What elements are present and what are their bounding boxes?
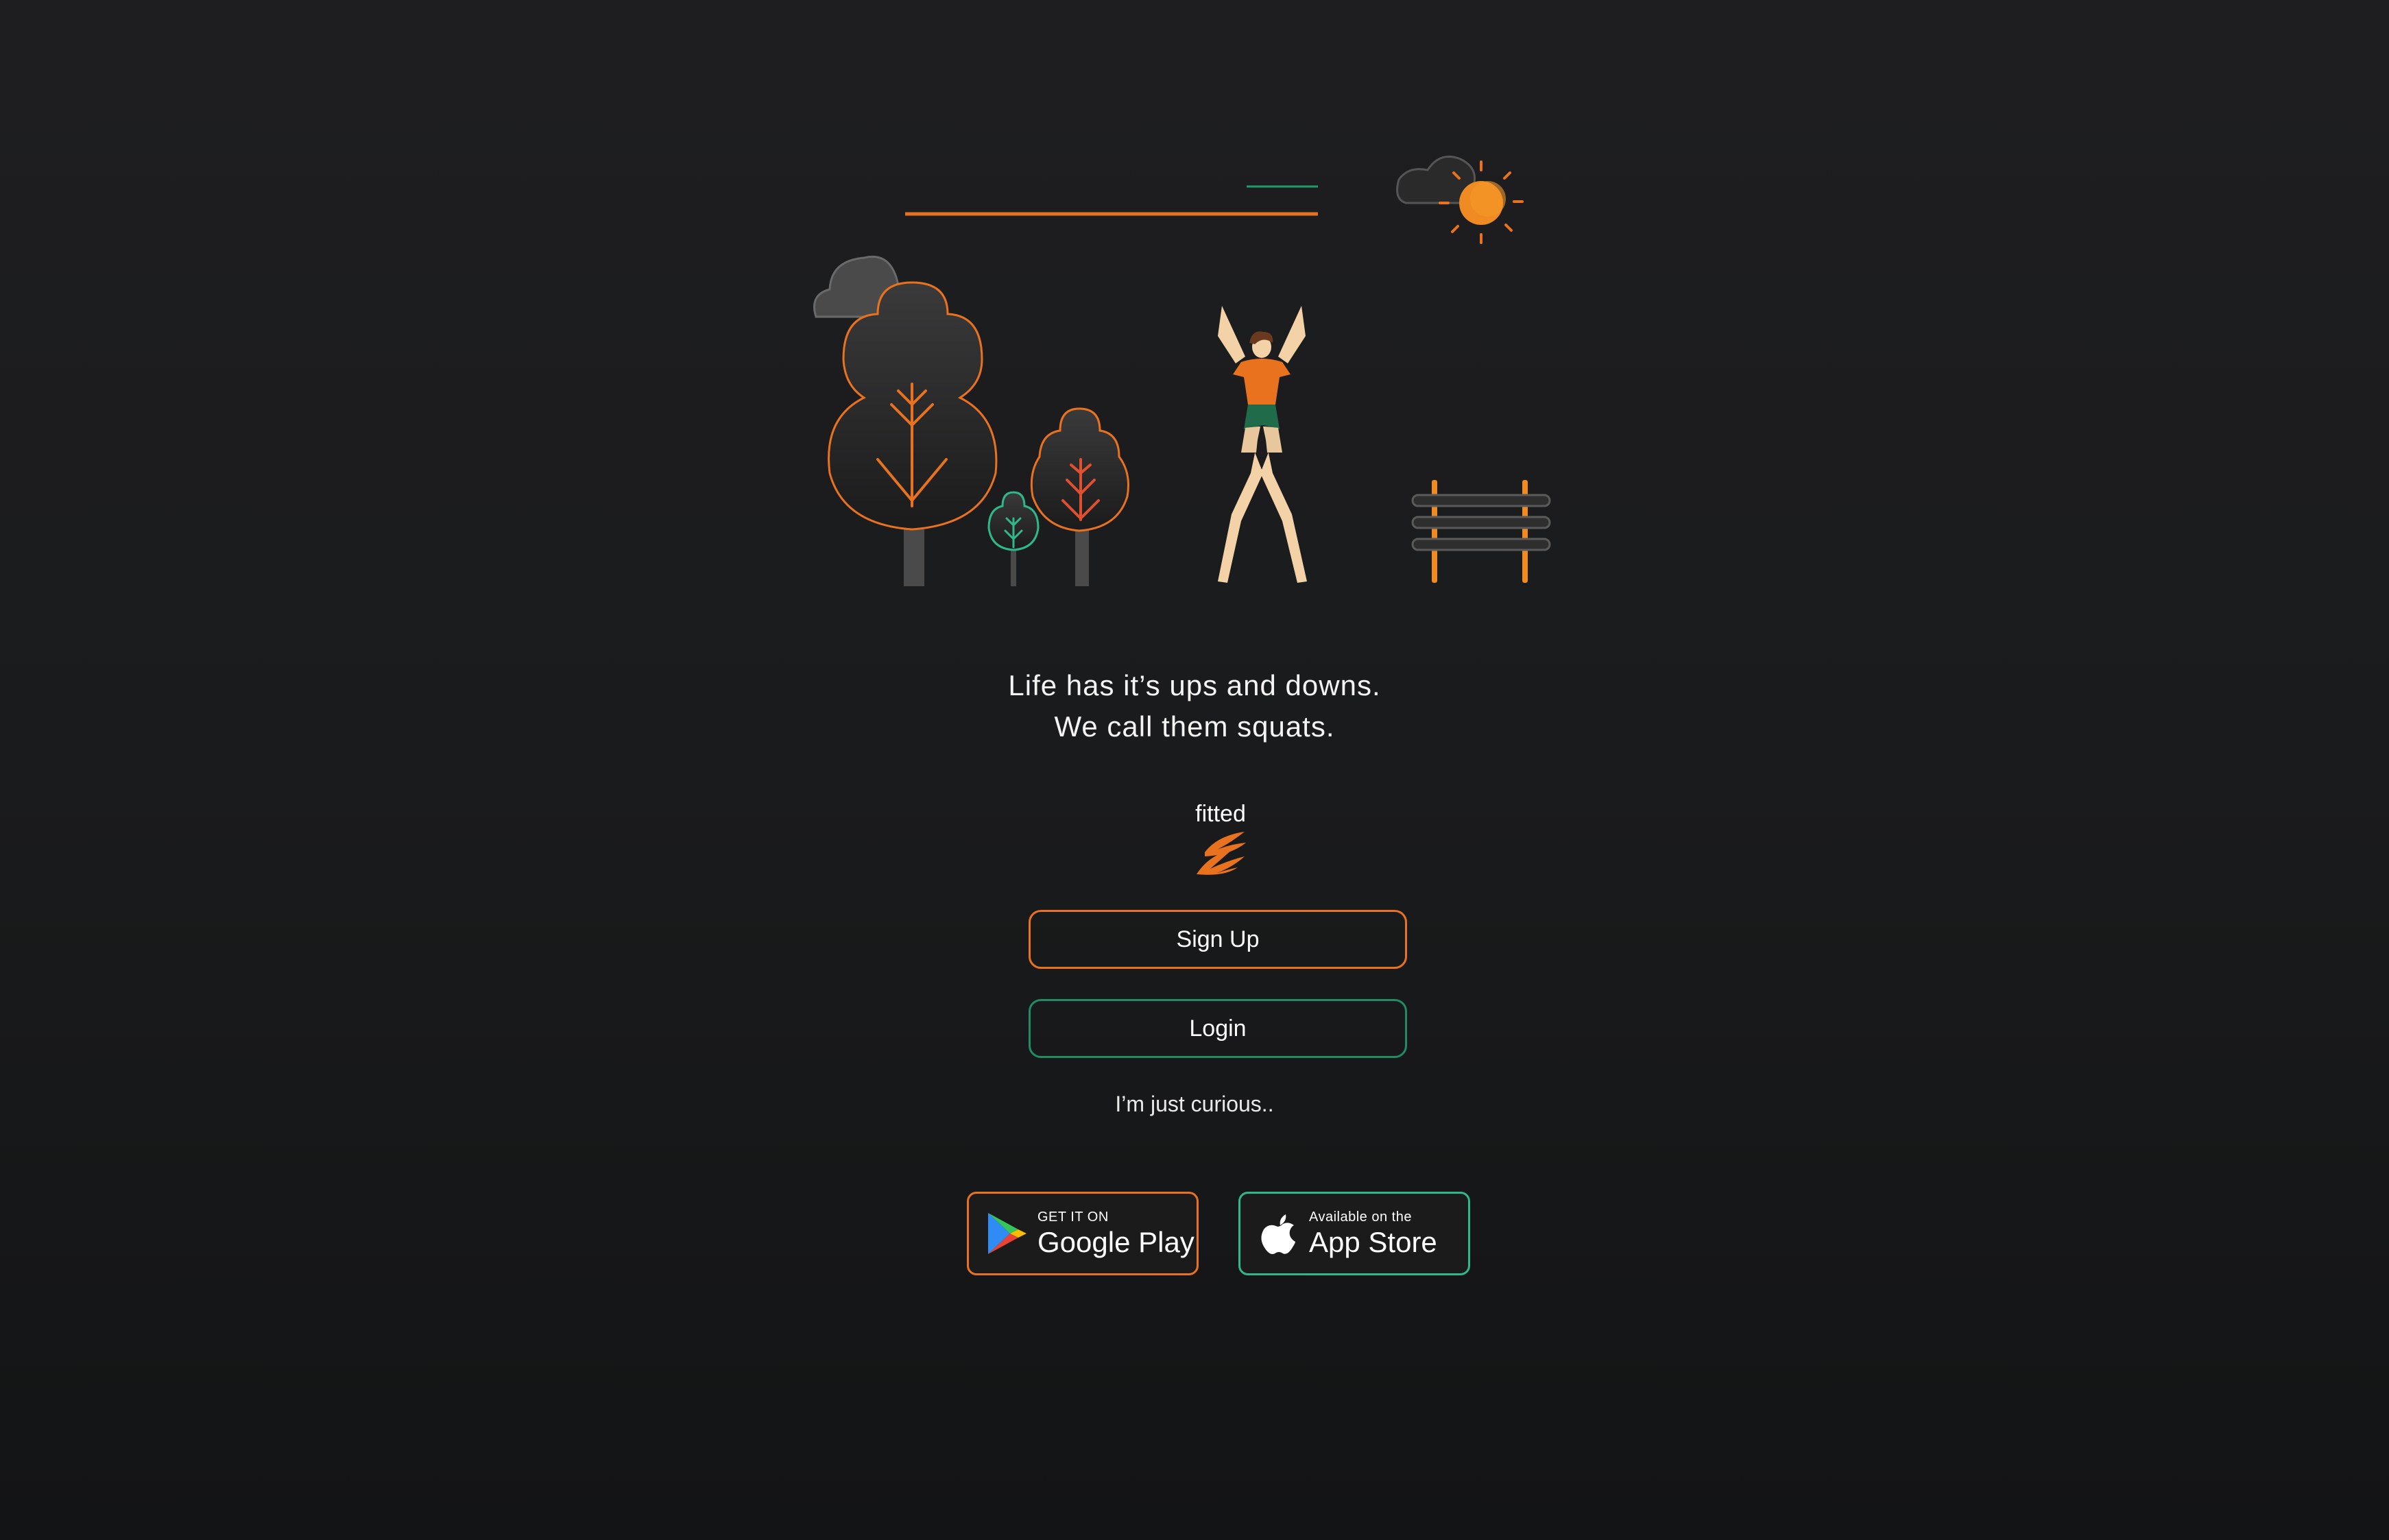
google-play-badge[interactable]: GET IT ON Google Play: [967, 1192, 1199, 1275]
flame-logo-icon: [1197, 832, 1246, 875]
brand-name: fitted: [1195, 801, 1246, 827]
small-tree-icon: [987, 491, 1040, 586]
google-badge-big-text: Google Play: [1037, 1226, 1194, 1258]
athlete-figure: [1218, 306, 1307, 583]
park-bench-icon: [1411, 480, 1551, 583]
apple-badge-small-text: Available on the: [1309, 1210, 1412, 1225]
medium-tree-icon: [1030, 407, 1129, 586]
brand-logo: fitted: [1166, 799, 1275, 878]
tagline-line-2: We call them squats.: [1054, 710, 1335, 743]
tagline: Life has it’s ups and downs. We call the…: [0, 665, 2389, 747]
app-store-badge[interactable]: Available on the App Store: [1238, 1192, 1470, 1275]
google-badge-small-text: GET IT ON: [1037, 1210, 1109, 1225]
just-curious-link[interactable]: I’m just curious..: [0, 1092, 2389, 1117]
sky-streaks: [905, 185, 1318, 239]
large-tree-icon: [828, 281, 998, 586]
tagline-line-1: Life has it’s ups and downs.: [1008, 669, 1381, 701]
google-play-icon: [988, 1213, 1027, 1254]
apple-badge-big-text: App Store: [1309, 1226, 1437, 1258]
apple-icon: [1261, 1214, 1295, 1254]
login-button[interactable]: Login: [1029, 999, 1407, 1058]
signup-button[interactable]: Sign Up: [1029, 910, 1407, 969]
landing-page: Life has it’s ups and downs. We call the…: [0, 0, 2389, 1540]
park-squat-illustration: [813, 156, 1624, 591]
